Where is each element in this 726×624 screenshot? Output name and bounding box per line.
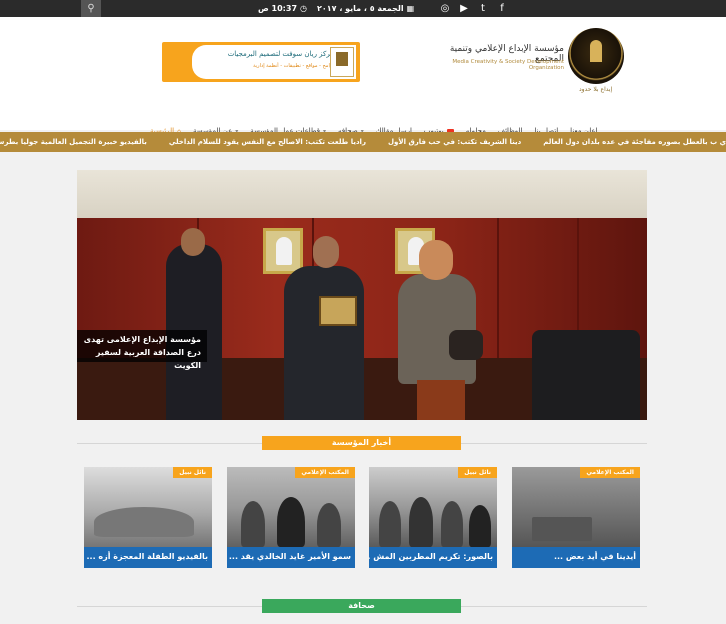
logo-tagline: إبداع بلا حدود (579, 86, 613, 93)
date-text: الجمعة ٥ ، مايو ، ٢٠١٧ (317, 4, 404, 13)
time-display: ◷ 10:37 ص (258, 4, 307, 13)
date-time: ▦ الجمعة ٥ ، مايو ، ٢٠١٧ ◷ 10:37 ص (258, 0, 414, 17)
news-card[interactable]: المكتب الإعلامي أيدينا في أيد بعض ... (512, 467, 640, 568)
card-title[interactable]: بالفيديو الطفلة المعجزة أزه ... (84, 547, 212, 568)
time-text: 10:37 ص (258, 4, 298, 13)
ticker-track: ي ب بالعطل بصوره مفاجئة في عده بلدان دول… (0, 132, 726, 152)
calendar-icon: ▦ (406, 4, 415, 13)
plaque-image (319, 296, 357, 326)
org-name-english: Media Creativity & Society Development O… (452, 59, 564, 71)
ticker-item[interactable]: دينا الشريف تكتب: في حب فارق الأول (388, 138, 521, 146)
press-section-title: صحافة (262, 599, 461, 613)
card-tag[interactable]: نائل نبيل (458, 467, 497, 478)
card-title[interactable]: بالصور: تكريم المطربين المش ... (369, 547, 497, 568)
featured-slider[interactable]: مؤسسة الإبداع الإعلامى تهدى درع الصداقة … (77, 170, 647, 420)
person-boots (417, 380, 465, 420)
search-icon[interactable]: ⚲ (81, 0, 101, 17)
news-card[interactable]: المكتب الإعلامي سمو الأمير غايد الخالدي … (227, 467, 355, 568)
person-head (181, 228, 205, 256)
news-section-title: أخبار المؤسسة (262, 436, 461, 450)
twitter-icon[interactable]: t (478, 0, 488, 17)
clock-icon: ◷ (300, 4, 307, 13)
handbag-image (449, 330, 483, 360)
slider-ceiling (77, 170, 647, 218)
card-title[interactable]: سمو الأمير غايد الخالدي يقد ... (227, 547, 355, 568)
card-tag[interactable]: المكتب الإعلامي (580, 467, 640, 478)
person-head (313, 236, 339, 268)
site-header: مركز ريان سوفت لتصميم البرمجيات برامج - … (0, 17, 726, 135)
top-bar: ⚲ ▦ الجمعة ٥ ، مايو ، ٢٠١٧ ◷ 10:37 ص ◎ ▶ t… (0, 0, 726, 17)
person-head (419, 240, 453, 280)
site-logo[interactable] (568, 28, 624, 84)
youtube-icon[interactable]: ▶ (459, 0, 469, 17)
card-tag[interactable]: نائل نبيل (173, 467, 212, 478)
slider-chair (532, 330, 640, 420)
news-card[interactable]: نائل نبيل بالصور: تكريم المطربين المش ..… (369, 467, 497, 568)
card-title[interactable]: أيدينا في أيد بعض ... (512, 547, 640, 568)
facebook-icon[interactable]: f (497, 0, 507, 17)
news-card[interactable]: نائل نبيل بالفيديو الطفلة المعجزة أزه ..… (84, 467, 212, 568)
social-links: ◎ ▶ t f (440, 0, 507, 17)
person-figure (398, 274, 476, 384)
ad-banner[interactable]: مركز ريان سوفت لتصميم البرمجيات برامج - … (162, 42, 360, 82)
ticker-item[interactable]: راديا طلعت تكتب: الاصالح مع النفس يقود ل… (169, 138, 366, 146)
ticker-item[interactable]: ي ب بالعطل بصوره مفاجئة في عده بلدان دول… (543, 138, 726, 146)
ticker-item[interactable]: بالفيديو خبيرة التجميل العالمية جوليا بط… (0, 138, 147, 146)
banner-logo (330, 47, 354, 77)
person-figure (284, 266, 364, 420)
portrait-image (263, 228, 303, 274)
news-ticker: ي ب بالعطل بصوره مفاجئة في عده بلدان دول… (0, 132, 726, 152)
banner-title: مركز ريان سوفت لتصميم البرمجيات (227, 50, 334, 58)
banner-subtitle: برامج - مواقع - تطبيقات - أنظمة إدارية (253, 63, 334, 69)
slider-caption[interactable]: مؤسسة الإبداع الإعلامى تهدى درع الصداقة … (77, 330, 207, 370)
instagram-icon[interactable]: ◎ (440, 0, 450, 17)
date-display: ▦ الجمعة ٥ ، مايو ، ٢٠١٧ (317, 4, 414, 13)
card-tag[interactable]: المكتب الإعلامي (295, 467, 355, 478)
